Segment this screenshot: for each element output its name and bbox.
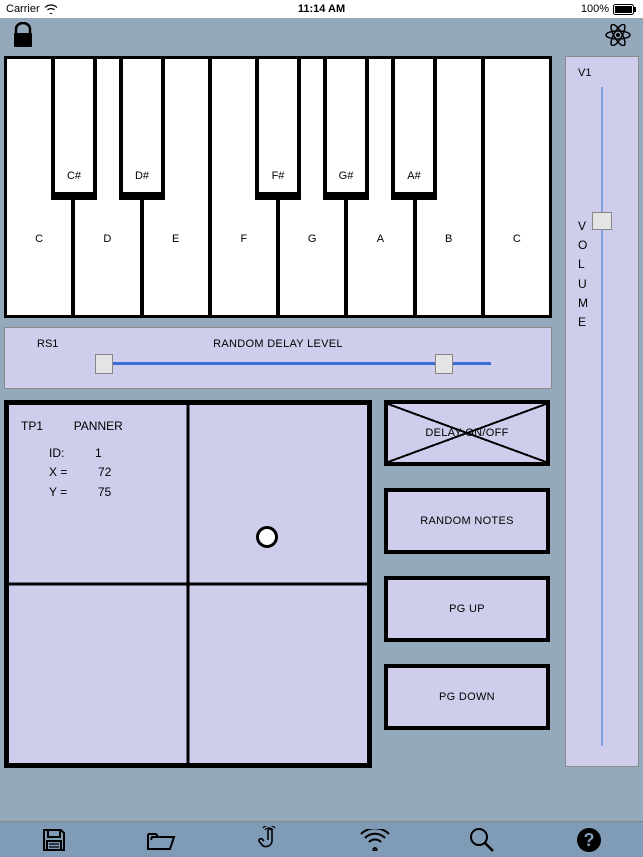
black-key-gsharp[interactable]: G# [323,59,369,200]
lock-icon[interactable] [12,22,34,48]
black-key-fsharp[interactable]: F# [255,59,301,200]
volume-thumb[interactable] [592,212,612,230]
wifi-connect-icon[interactable] [357,825,393,855]
svg-text:?: ? [584,830,595,850]
wifi-icon [44,4,58,14]
random-delay-slider[interactable]: RS1 RANDOM DELAY LEVEL [4,327,552,389]
panner-info: TP1 PANNER ID: 1 X = 72 Y = 75 [21,417,123,502]
delay-toggle-button[interactable]: DELAY ON/OFF [384,400,550,466]
clock-label: 11:14 AM [298,3,345,15]
open-folder-icon[interactable] [143,825,179,855]
panner-pad[interactable]: TP1 PANNER ID: 1 X = 72 Y = 75 [4,400,372,768]
battery-icon [613,4,637,15]
battery-pct: 100% [581,3,609,15]
black-key-dsharp[interactable]: D# [119,59,165,200]
page-down-button[interactable]: PG DOWN [384,664,550,730]
piano-keyboard[interactable]: C D E F G A B C C# D# F# G# A# [4,56,552,318]
random-notes-button[interactable]: RANDOM NOTES [384,488,550,554]
delay-slider-track [95,362,491,365]
delay-slider-title: RANDOM DELAY LEVEL [213,338,343,350]
black-key-csharp[interactable]: C# [51,59,97,200]
black-key-asharp[interactable]: A# [391,59,437,200]
panner-dot[interactable] [256,526,278,548]
volume-slider[interactable]: V1 VOLUME [565,56,639,767]
delay-slider-thumb-right[interactable] [435,354,453,374]
search-icon[interactable] [464,825,500,855]
top-bar [0,18,643,52]
white-key-c2[interactable]: C [485,59,549,315]
save-icon[interactable] [36,825,72,855]
volume-label: VOLUME [578,217,591,332]
panner-axis-horizontal [9,583,367,586]
page-up-button[interactable]: PG UP [384,576,550,642]
status-bar: Carrier 11:14 AM 100% [0,0,643,18]
bottom-toolbar: ? [0,821,643,857]
volume-track [602,87,603,746]
delay-slider-thumb-left[interactable] [95,354,113,374]
touch-icon[interactable] [250,825,286,855]
delay-slider-id: RS1 [37,338,58,350]
settings-atom-icon[interactable] [605,24,631,46]
volume-id: V1 [578,67,591,79]
help-icon[interactable]: ? [571,825,607,855]
carrier-label: Carrier [6,3,40,15]
